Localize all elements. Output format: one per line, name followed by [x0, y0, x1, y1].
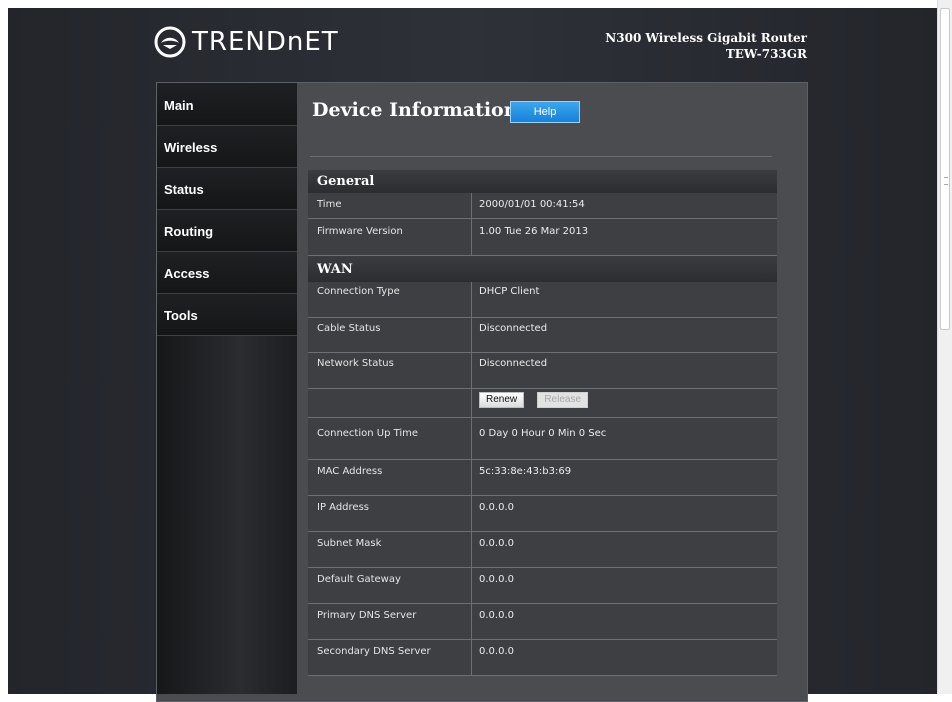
- vertical-scrollbar[interactable]: [937, 0, 952, 694]
- sidebar-item-status[interactable]: Status: [157, 168, 297, 210]
- row-value: 0.0.0.0: [479, 502, 514, 513]
- table-row: Default Gateway 0.0.0.0: [308, 568, 777, 604]
- sidebar-item-routing[interactable]: Routing: [157, 210, 297, 252]
- product-model: TEW-733GR: [725, 47, 807, 61]
- row-value: 0.0.0.0: [479, 610, 514, 621]
- table-row: Primary DNS Server 0.0.0.0: [308, 604, 777, 640]
- row-label: IP Address: [308, 496, 472, 531]
- row-label: Network Status: [308, 353, 472, 388]
- row-value: 0.0.0.0: [479, 574, 514, 585]
- table-row: MAC Address 5c:33:8e:43:b3:69: [308, 460, 777, 496]
- row-label: Subnet Mask: [308, 532, 472, 567]
- sidebar-item-main[interactable]: Main: [157, 83, 297, 126]
- logo-text: TRENDnET: [192, 27, 339, 57]
- release-button[interactable]: Release: [537, 392, 589, 408]
- row-value: Disconnected: [479, 358, 548, 369]
- wan-actions: Renew Release: [472, 389, 777, 417]
- product-info: N300 Wireless Gigabit Router TEW-733GR: [605, 30, 807, 62]
- row-label: Default Gateway: [308, 568, 472, 603]
- scrollbar-grip-icon: [944, 177, 948, 185]
- table-row: Firmware Version 1.00 Tue 26 Mar 2013: [308, 219, 777, 256]
- row-label: Firmware Version: [308, 219, 472, 255]
- table-row: Network Status Disconnected: [308, 353, 777, 389]
- row-value: 1.00 Tue 26 Mar 2013: [479, 226, 589, 237]
- help-button[interactable]: Help: [510, 101, 580, 123]
- row-value: 0.0.0.0: [479, 538, 514, 549]
- sidebar-item-wireless[interactable]: Wireless: [157, 126, 297, 168]
- title-divider: [310, 156, 772, 157]
- row-label: Connection Up Time: [308, 418, 472, 459]
- row-value: 2000/01/01 00:41:54: [479, 199, 585, 210]
- section-general-heading: General: [308, 170, 777, 193]
- renew-button[interactable]: Renew: [479, 392, 525, 408]
- table-row: Secondary DNS Server 0.0.0.0: [308, 640, 777, 676]
- product-name: N300 Wireless Gigabit Router: [605, 31, 807, 45]
- table-row: Subnet Mask 0.0.0.0: [308, 532, 777, 568]
- row-label: Time: [308, 193, 472, 218]
- row-label: Cable Status: [308, 318, 472, 352]
- device-info-table: General Time 2000/01/01 00:41:54 Firmwar…: [308, 170, 777, 676]
- row-label: MAC Address: [308, 460, 472, 495]
- table-row: Connection Type DHCP Client: [308, 282, 777, 318]
- content-area: Device Information Help General Time 200…: [297, 83, 807, 694]
- row-value: 5c:33:8e:43:b3:69: [479, 466, 572, 477]
- row-value: DHCP Client: [479, 286, 540, 297]
- trendnet-logo: TRENDnET: [154, 25, 339, 59]
- row-value: 0 Day 0 Hour 0 Min 0 Sec: [479, 428, 607, 439]
- scrollbar-thumb[interactable]: [940, 8, 950, 330]
- row-value: Disconnected: [479, 323, 548, 334]
- row-label-empty: [308, 389, 472, 417]
- trendnet-logo-icon: [154, 26, 186, 58]
- row-label: Primary DNS Server: [308, 604, 472, 639]
- row-label: Secondary DNS Server: [308, 640, 472, 675]
- sidebar-item-tools[interactable]: Tools: [157, 294, 297, 336]
- sidebar-item-access[interactable]: Access: [157, 252, 297, 294]
- table-row-actions: Renew Release: [308, 389, 777, 418]
- sidebar: Main Wireless Status Routing Access Tool…: [157, 83, 297, 694]
- section-wan-heading: WAN: [308, 256, 777, 282]
- row-value: 0.0.0.0: [479, 646, 514, 657]
- table-row: Time 2000/01/01 00:41:54: [308, 193, 777, 219]
- table-row: IP Address 0.0.0.0: [308, 496, 777, 532]
- table-row: Connection Up Time 0 Day 0 Hour 0 Min 0 …: [308, 418, 777, 460]
- table-row: Cable Status Disconnected: [308, 318, 777, 353]
- page-title: Device Information: [312, 99, 518, 121]
- row-label: Connection Type: [308, 282, 472, 317]
